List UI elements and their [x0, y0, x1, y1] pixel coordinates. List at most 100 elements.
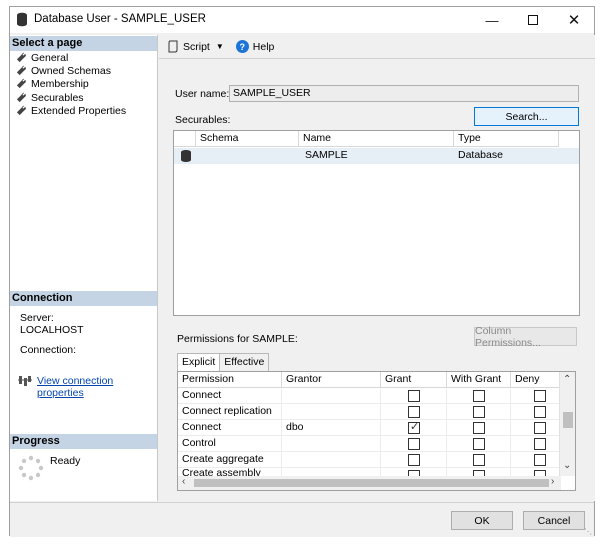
dialog-window: Database User - SAMPLE_USER — ✕ Select a…	[9, 6, 595, 537]
deny-checkbox[interactable]	[534, 390, 546, 402]
search-button[interactable]: Search...	[474, 107, 579, 126]
progress-spinner-icon	[18, 455, 44, 481]
cell-grantor: dbo	[282, 420, 381, 436]
securables-label: Securables:	[175, 114, 231, 126]
view-connection-properties-link[interactable]: View connection properties	[37, 375, 157, 399]
permissions-vertical-scrollbar[interactable]: ⌃ ⌄	[559, 372, 575, 476]
cell-name: SAMPLE	[305, 149, 348, 161]
cancel-button[interactable]: Cancel	[523, 511, 585, 530]
with-grant-checkbox[interactable]	[473, 390, 485, 402]
connection-properties-icon	[18, 376, 32, 386]
scroll-left-icon[interactable]: ‹	[182, 476, 185, 487]
right-pane: Script ▼ ? Help User name: SAMPLE_USER S…	[159, 35, 595, 501]
deny-checkbox[interactable]	[534, 406, 546, 418]
horizontal-scroll-thumb[interactable]	[194, 479, 549, 487]
cell-permission: Connect replication	[178, 404, 282, 420]
wrench-icon	[16, 92, 26, 103]
scroll-right-icon[interactable]: ›	[551, 476, 554, 487]
permissions-horizontal-scrollbar[interactable]: ‹ ›	[178, 476, 561, 490]
server-label: Server:	[20, 312, 54, 324]
cell-permission: Create aggregate	[178, 452, 282, 468]
left-pane: Select a page General Owned Schemas Memb…	[10, 35, 158, 501]
grid-header-name[interactable]: Name	[299, 131, 454, 147]
username-label: User name:	[175, 88, 230, 100]
close-icon: ✕	[567, 12, 581, 29]
window-title: Database User - SAMPLE_USER	[34, 13, 206, 25]
script-label: Script	[183, 40, 210, 53]
page-item-general[interactable]: General	[16, 51, 68, 64]
page-item-label: Extended Properties	[31, 104, 127, 117]
server-value: LOCALHOST	[20, 324, 84, 336]
tab-explicit[interactable]: Explicit	[177, 353, 221, 372]
permissions-label: Permissions for SAMPLE:	[177, 333, 298, 345]
page-item-owned-schemas[interactable]: Owned Schemas	[16, 64, 111, 77]
table-row[interactable]: SAMPLE Database	[174, 148, 579, 164]
permissions-grid[interactable]: Permission Grantor Grant With Grant Deny…	[177, 371, 576, 491]
table-row: Connect replication	[178, 404, 575, 420]
close-button[interactable]: ✕	[554, 7, 594, 33]
securables-grid[interactable]: Schema Name Type SAMPLE Database	[173, 130, 580, 316]
table-row: Connect dbo	[178, 420, 575, 436]
grant-checkbox[interactable]	[408, 438, 420, 450]
username-field[interactable]: SAMPLE_USER	[229, 85, 579, 102]
connection-header: Connection	[10, 291, 157, 306]
grant-checkbox[interactable]	[408, 454, 420, 466]
cell-grantor	[282, 452, 381, 468]
permissions-tabs: Explicit Effective	[177, 353, 270, 372]
cell-grantor	[282, 404, 381, 420]
page-item-label: Securables	[31, 91, 84, 104]
vertical-scroll-thumb[interactable]	[563, 412, 573, 428]
scroll-up-icon[interactable]: ⌃	[563, 374, 571, 385]
script-button[interactable]: Script ▼	[167, 40, 224, 53]
perm-header-grantor[interactable]: Grantor	[282, 372, 381, 388]
wrench-icon	[16, 105, 26, 116]
select-page-header: Select a page	[10, 36, 157, 51]
cell-grantor	[282, 388, 381, 404]
perm-header-permission[interactable]: Permission	[178, 372, 282, 388]
perm-header-deny[interactable]: Deny	[511, 372, 561, 388]
perm-header-grant[interactable]: Grant	[381, 372, 447, 388]
progress-status: Ready	[50, 455, 81, 467]
page-item-label: Membership	[31, 77, 89, 90]
grid-header-type[interactable]: Type	[454, 131, 559, 147]
scroll-down-icon[interactable]: ⌄	[563, 460, 571, 471]
page-item-label: Owned Schemas	[31, 64, 111, 77]
grant-checkbox[interactable]	[408, 406, 420, 418]
chevron-down-icon: ▼	[215, 42, 224, 51]
page-item-extended-properties[interactable]: Extended Properties	[16, 104, 126, 117]
cell-grantor	[282, 436, 381, 452]
grant-checkbox[interactable]	[408, 420, 420, 435]
minimize-button[interactable]: —	[472, 7, 512, 33]
maximize-icon	[528, 15, 538, 25]
grant-checkbox[interactable]	[408, 390, 420, 402]
perm-header-with-grant[interactable]: With Grant	[447, 372, 511, 388]
table-row: Connect	[178, 388, 575, 404]
maximize-button[interactable]	[513, 7, 553, 33]
grid-header-icon-col	[174, 131, 196, 147]
ok-button[interactable]: OK	[451, 511, 513, 530]
title-bar: Database User - SAMPLE_USER — ✕	[10, 7, 594, 33]
help-button[interactable]: ? Help	[235, 40, 275, 53]
page-item-securables[interactable]: Securables	[16, 91, 84, 104]
help-label: Help	[252, 40, 275, 53]
with-grant-checkbox[interactable]	[473, 438, 485, 450]
cell-permission: Connect	[178, 420, 282, 436]
dialog-footer: OK Cancel ⋱	[10, 502, 594, 537]
script-icon	[168, 40, 178, 53]
cell-type: Database	[458, 149, 503, 161]
page-item-membership[interactable]: Membership	[16, 77, 89, 90]
cell-permission: Connect	[178, 388, 282, 404]
with-grant-checkbox[interactable]	[473, 406, 485, 418]
deny-checkbox[interactable]	[534, 454, 546, 466]
with-grant-checkbox[interactable]	[473, 422, 485, 434]
column-permissions-button[interactable]: Column Permissions...	[474, 325, 577, 349]
with-grant-checkbox[interactable]	[473, 454, 485, 466]
help-icon: ?	[235, 40, 249, 53]
minimize-icon: —	[485, 12, 499, 28]
cell-schema	[196, 148, 299, 164]
grid-header-schema[interactable]: Schema	[196, 131, 299, 147]
tab-effective[interactable]: Effective	[219, 353, 270, 371]
deny-checkbox[interactable]	[534, 438, 546, 450]
deny-checkbox[interactable]	[534, 422, 546, 434]
resize-grip-icon[interactable]: ⋱	[584, 527, 592, 536]
